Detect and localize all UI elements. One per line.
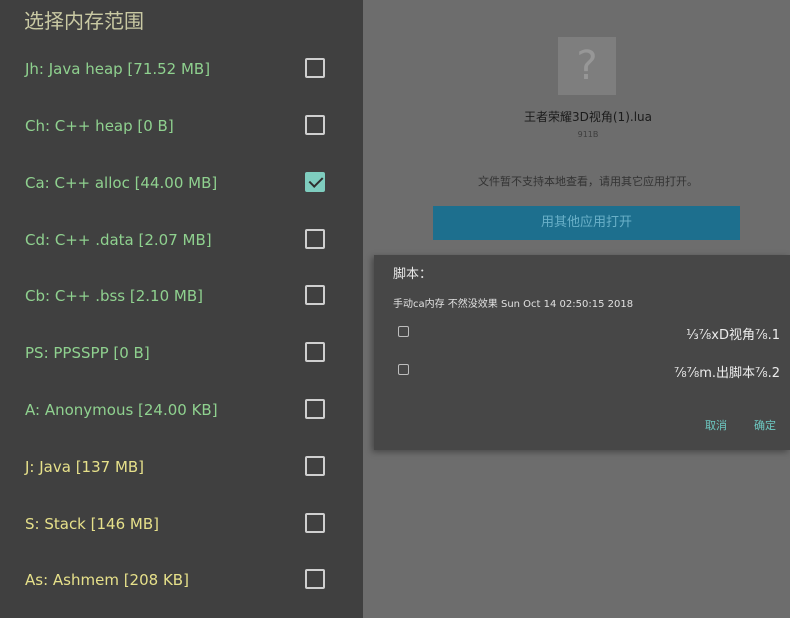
open-with-other-app-button[interactable]: 用其他应用打开 bbox=[433, 206, 740, 240]
range-item-label: Jh: Java heap [71.52 MB] bbox=[25, 60, 211, 78]
script-dialog-title: 脚本： bbox=[393, 267, 433, 282]
range-item-anonymous[interactable]: A: Anonymous [24.00 KB] bbox=[0, 391, 363, 431]
range-item-label: Cb: C++ .bss [2.10 MB] bbox=[25, 287, 203, 305]
confirm-button[interactable]: 确定 bbox=[754, 417, 776, 433]
range-item-checkbox[interactable] bbox=[305, 342, 325, 362]
script-dialog-subtitle: 手动ca内存 不然没效果 Sun Oct 14 02:50:15 2018 bbox=[393, 299, 634, 310]
range-item-cpp-alloc[interactable]: Ca: C++ alloc [44.00 MB] bbox=[0, 164, 363, 204]
script-option-1[interactable]: ⅓⅞xD视角⅞.1 bbox=[374, 319, 790, 347]
range-item-java[interactable]: J: Java [137 MB] bbox=[0, 448, 363, 488]
range-item-cpp-heap[interactable]: Ch: C++ heap [0 B] bbox=[0, 107, 363, 147]
range-item-checkbox[interactable] bbox=[305, 569, 325, 589]
script-option-2-label: ⅞⅞m.出脚本⅞.2 bbox=[674, 366, 780, 381]
range-item-checkbox[interactable] bbox=[305, 58, 325, 78]
script-option-2-checkbox[interactable] bbox=[398, 364, 409, 375]
range-item-checkbox[interactable] bbox=[305, 513, 325, 533]
script-dialog: 脚本： 手动ca内存 不然没效果 Sun Oct 14 02:50:15 201… bbox=[374, 255, 790, 450]
range-item-label: PS: PPSSPP [0 B] bbox=[25, 344, 150, 362]
range-item-ashmem[interactable]: As: Ashmem [208 KB] bbox=[0, 561, 363, 601]
range-item-label: J: Java [137 MB] bbox=[25, 458, 145, 476]
range-item-java-heap[interactable]: Jh: Java heap [71.52 MB] bbox=[0, 50, 363, 90]
range-item-checkbox[interactable] bbox=[305, 399, 325, 419]
file-name: 王者荣耀3D视角(1).lua bbox=[524, 110, 652, 124]
range-item-ppsspp[interactable]: PS: PPSSPP [0 B] bbox=[0, 334, 363, 374]
script-option-2[interactable]: ⅞⅞m.出脚本⅞.2 bbox=[374, 357, 790, 385]
file-unsupported-note: 文件暂不支持本地查看，请用其它应用打开。 bbox=[478, 175, 698, 188]
script-option-1-label: ⅓⅞xD视角⅞.1 bbox=[686, 328, 780, 343]
range-item-checkbox[interactable] bbox=[305, 285, 325, 305]
range-item-checkbox[interactable] bbox=[305, 115, 325, 135]
range-item-label: A: Anonymous [24.00 KB] bbox=[25, 401, 218, 419]
range-item-label: Cd: C++ .data [2.07 MB] bbox=[25, 231, 212, 249]
panel-title: 选择内存范围 bbox=[24, 9, 144, 33]
script-option-1-checkbox[interactable] bbox=[398, 326, 409, 337]
cancel-button[interactable]: 取消 bbox=[705, 417, 727, 433]
file-size: 911B bbox=[577, 130, 599, 139]
range-item-checkbox[interactable] bbox=[305, 229, 325, 249]
memory-range-panel: 选择内存范围 Jh: Java heap [71.52 MB] Ch: C++ … bbox=[0, 0, 363, 618]
range-item-cpp-data[interactable]: Cd: C++ .data [2.07 MB] bbox=[0, 221, 363, 261]
range-item-label: As: Ashmem [208 KB] bbox=[25, 571, 189, 589]
range-item-checkbox[interactable] bbox=[305, 456, 325, 476]
range-item-label: Ca: C++ alloc [44.00 MB] bbox=[25, 174, 218, 192]
range-item-stack[interactable]: S: Stack [146 MB] bbox=[0, 505, 363, 545]
range-item-label: Ch: C++ heap [0 B] bbox=[25, 117, 174, 135]
question-file-icon: ? bbox=[558, 37, 616, 95]
range-item-label: S: Stack [146 MB] bbox=[25, 515, 159, 533]
range-item-checkbox[interactable] bbox=[305, 172, 325, 192]
range-item-cpp-bss[interactable]: Cb: C++ .bss [2.10 MB] bbox=[0, 277, 363, 317]
